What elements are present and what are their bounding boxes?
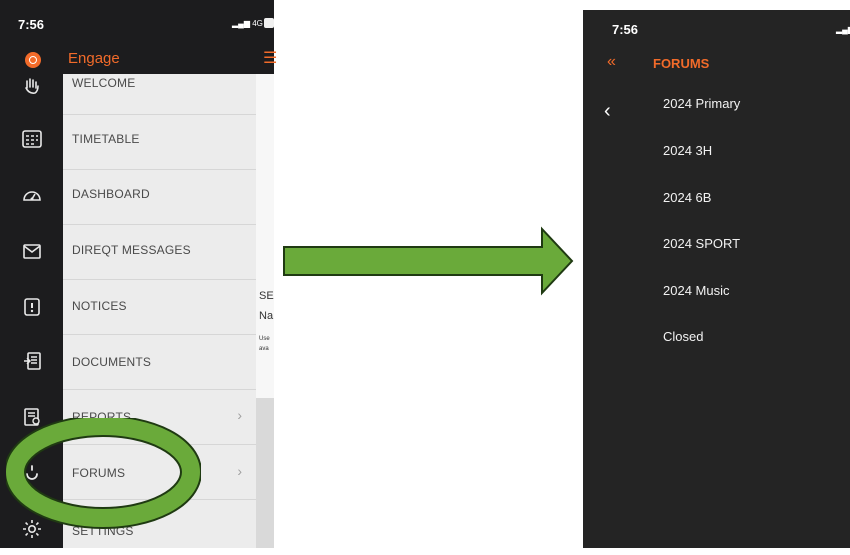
wave-icon[interactable]	[20, 74, 44, 98]
right-signal-indicator: ▂▄▆	[836, 25, 850, 34]
peek-text-line: SE	[259, 290, 274, 302]
timetable-icon[interactable]	[20, 128, 44, 152]
content-peek-card	[256, 398, 274, 548]
dashboard-icon[interactable]	[20, 184, 44, 208]
forum-item-2024-sport[interactable]: 2024 SPORT	[663, 236, 740, 251]
drawer-item-welcome[interactable]: WELCOME	[63, 60, 256, 115]
left-signal-indicator: ▂▄▆ 4G	[232, 19, 263, 28]
drawer-item-label: DASHBOARD	[72, 187, 150, 201]
transition-arrow	[283, 226, 574, 296]
battery-icon	[264, 18, 274, 28]
chevron-right-icon: ›	[237, 407, 242, 423]
documents-icon[interactable]	[20, 350, 44, 374]
chevron-right-icon: ›	[237, 463, 242, 479]
drawer-item-timetable[interactable]: TIMETABLE	[63, 115, 256, 170]
peek-small-text: Use	[259, 336, 270, 342]
highlight-ring	[6, 418, 201, 529]
forum-item-2024-primary[interactable]: 2024 Primary	[663, 96, 740, 111]
drawer-item-label: WELCOME	[72, 76, 136, 90]
peek-small-text: ava	[259, 346, 269, 352]
app-logo-mark	[29, 56, 37, 64]
drawer-item-documents[interactable]: DOCUMENTS	[63, 335, 256, 390]
drawer-item-direqt-messages[interactable]: DIREQT MESSAGES	[63, 225, 256, 280]
forum-item-closed[interactable]: Closed	[663, 329, 703, 344]
right-phone-screen	[583, 10, 850, 548]
back-chevron-icon[interactable]: ‹	[604, 100, 611, 123]
drawer-item-label: NOTICES	[72, 299, 127, 313]
drawer-item-label: DOCUMENTS	[72, 355, 152, 369]
forum-item-2024-6b[interactable]: 2024 6B	[663, 190, 711, 205]
forum-item-2024-3h[interactable]: 2024 3H	[663, 143, 712, 158]
notices-icon[interactable]	[20, 296, 44, 320]
peek-text-line: Na	[259, 310, 274, 322]
drawer-item-label: TIMETABLE	[72, 132, 140, 146]
hamburger-menu-icon[interactable]: ☰	[263, 48, 277, 68]
drawer-item-label: DIREQT MESSAGES	[72, 243, 191, 257]
forum-item-2024-music[interactable]: 2024 Music	[663, 283, 729, 298]
page-title: FORUMS	[653, 56, 710, 71]
drawer-item-dashboard[interactable]: DASHBOARD	[63, 170, 256, 225]
left-status-time: 7:56	[18, 17, 45, 32]
double-chevron-left-icon[interactable]: «	[607, 53, 616, 71]
right-status-time: 7:56	[612, 22, 639, 37]
drawer-item-notices[interactable]: NOTICES	[63, 280, 256, 335]
messages-icon[interactable]	[20, 240, 44, 264]
